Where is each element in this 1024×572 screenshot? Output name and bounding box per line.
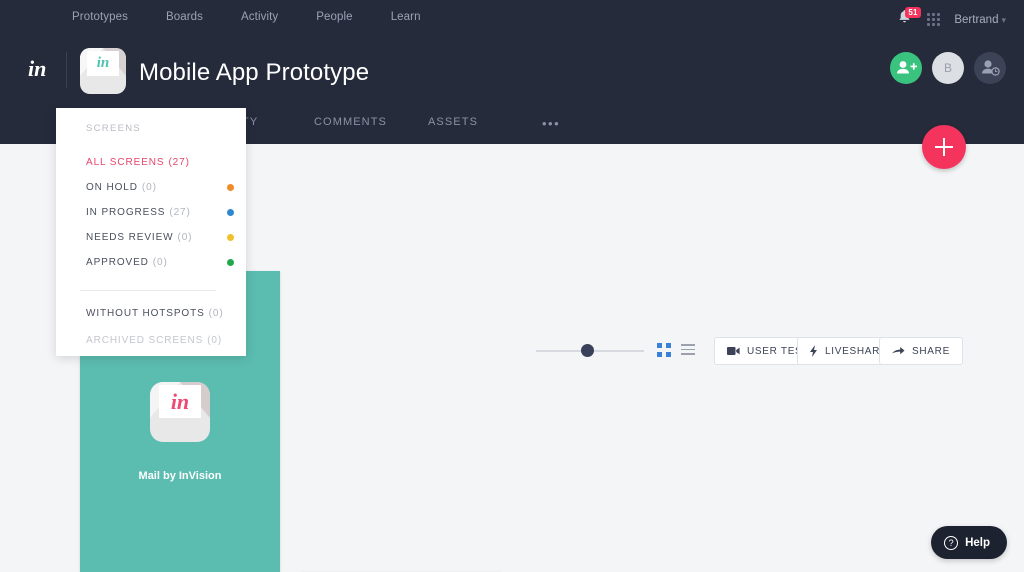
status-dot [227, 234, 234, 241]
splash-icon-letters: in [170, 389, 190, 414]
share-button[interactable]: SHARE [879, 337, 963, 365]
dropdown-secondary-item[interactable]: WITHOUT HOTSPOTS (0) [86, 300, 236, 327]
bolt-icon [810, 345, 817, 357]
dropdown-filter-count: (0) [152, 257, 168, 268]
notifications-button[interactable]: 51 [897, 7, 921, 28]
screens-filter-dropdown: SCREENS ALL SCREENS (27) ON HOLD (0) IN PROG… [56, 108, 246, 356]
tab-assets[interactable]: ASSETS [428, 116, 542, 131]
dropdown-secondary-label: ARCHIVED SCREENS [86, 335, 204, 346]
nav-prototypes[interactable]: Prototypes [72, 11, 128, 23]
status-dot [227, 184, 234, 191]
pending-member-avatar[interactable] [974, 52, 1006, 84]
help-label: Help [965, 536, 990, 549]
tab-comments[interactable]: COMMENTS [314, 116, 428, 131]
dropdown-divider [80, 290, 216, 291]
global-nav-links: Prototypes Boards Activity People Learn [72, 11, 421, 23]
status-dot [227, 209, 234, 216]
dropdown-secondary-label: WITHOUT HOTSPOTS [86, 308, 205, 319]
apps-grid-icon[interactable] [927, 12, 941, 26]
dropdown-filter-item[interactable]: ALL SCREENS (27) [86, 150, 226, 175]
dropdown-filter-label: NEEDS REVIEW [86, 232, 174, 243]
global-topnav: Prototypes Boards Activity People Learn … [0, 0, 1024, 40]
share-label: SHARE [912, 345, 950, 357]
dropdown-title: SCREENS [86, 123, 142, 134]
page-title: Mobile App Prototype [139, 59, 370, 86]
list-view-toggle[interactable] [681, 344, 695, 358]
nav-activity[interactable]: Activity [241, 11, 278, 23]
project-app-icon: in [80, 48, 126, 94]
dropdown-filter-item[interactable]: IN PROGRESS (27) [86, 200, 234, 225]
header-avatars: B [890, 52, 1006, 84]
header-divider [66, 52, 67, 88]
dropdown-filter-label: APPROVED [86, 257, 149, 268]
dropdown-secondary-item[interactable]: ARCHIVED SCREENS (0) [86, 327, 236, 354]
user-menu[interactable]: Bertrand ▾ [954, 10, 1006, 28]
dropdown-secondary-list: WITHOUT HOTSPOTS (0) ARCHIVED SCREENS (0) [86, 300, 236, 354]
topnav-right-group: 51 Bertrand ▾ [897, 7, 1006, 28]
question-mark-icon: ? [944, 535, 959, 550]
dropdown-filter-item[interactable]: APPROVED (0) [86, 250, 234, 275]
add-people-icon [897, 61, 917, 74]
arrow-share-icon [892, 346, 905, 354]
dropdown-secondary-count: (0) [208, 308, 224, 319]
dropdown-filter-item[interactable]: ON HOLD (0) [86, 175, 234, 200]
mail-app-icon: in [150, 382, 210, 442]
avatar-initial: B [943, 61, 952, 75]
dropdown-filter-label: ALL SCREENS [86, 157, 165, 168]
dropdown-status-list: ALL SCREENS (27) ON HOLD (0) IN PROGRESS (27)… [86, 150, 234, 275]
status-dot [227, 259, 234, 266]
project-header-row: in in Mobile App Prototype B [0, 40, 1024, 104]
chevron-down-icon: ▾ [1001, 15, 1006, 25]
user-menu-label: Bertrand [954, 14, 999, 26]
notification-badge: 51 [905, 7, 921, 18]
add-screen-fab[interactable] [922, 125, 966, 169]
zoom-slider-handle[interactable] [581, 344, 594, 357]
nav-boards[interactable]: Boards [166, 11, 203, 23]
grid-view-toggle[interactable] [657, 343, 671, 357]
dropdown-filter-count: (0) [177, 232, 193, 243]
zoom-slider[interactable] [536, 344, 644, 358]
splash-label: Mail by InVision [138, 470, 222, 482]
help-button[interactable]: ? Help [931, 526, 1007, 559]
video-camera-icon [727, 347, 740, 355]
add-people-button[interactable] [890, 52, 922, 84]
dropdown-filter-count: (27) [169, 207, 191, 218]
nav-people[interactable]: People [316, 11, 352, 23]
dropdown-filter-item[interactable]: NEEDS REVIEW (0) [86, 225, 234, 250]
dropdown-filter-label: ON HOLD [86, 182, 138, 193]
dropdown-filter-count: (27) [168, 157, 190, 168]
invision-logo[interactable]: in [28, 56, 46, 82]
app-icon-letters: in [96, 55, 110, 71]
user-clock-icon [982, 60, 1000, 76]
dropdown-filter-count: (0) [141, 182, 157, 193]
avatar[interactable]: B [932, 52, 964, 84]
nav-learn[interactable]: Learn [391, 11, 421, 23]
dropdown-secondary-count: (0) [207, 335, 223, 346]
tab-more-button[interactable]: ••• [542, 116, 560, 131]
dropdown-filter-label: IN PROGRESS [86, 207, 166, 218]
